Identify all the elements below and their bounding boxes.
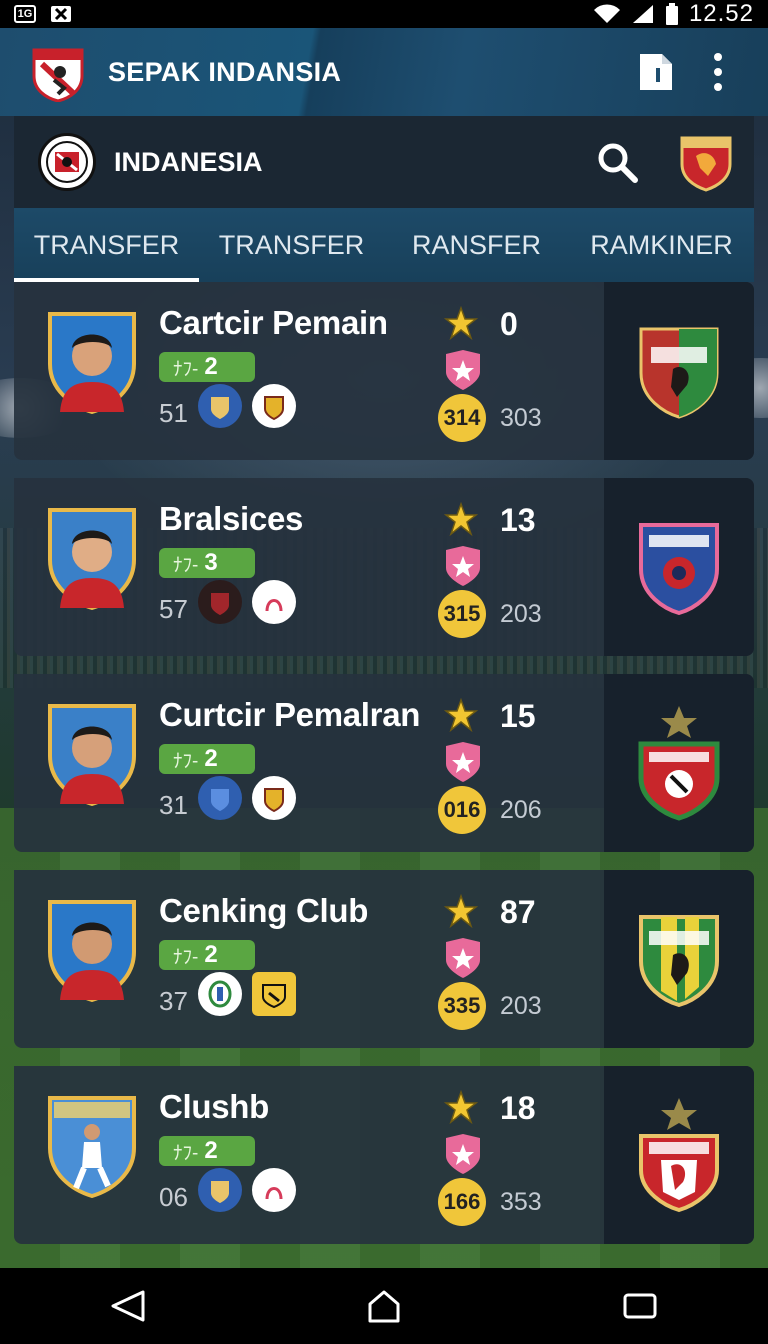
shield-star-icon (446, 546, 480, 586)
club-mini-icon (252, 776, 296, 820)
player-avatar (48, 1096, 136, 1198)
player-name: Cartcir Pemain (159, 304, 388, 341)
list-item[interactable]: Clushb ﾅﾌ- 2 06 18 166 353 (14, 1066, 754, 1244)
player-list: Cartcir Pemain ﾅﾌ- 2 51 0 314 303 Bralsi… (14, 282, 754, 1262)
club-badge (604, 478, 754, 656)
position-badge: ﾅﾌ- 3 (159, 548, 255, 578)
secondary-value: 203 (500, 600, 542, 628)
shield-star-icon (446, 938, 480, 978)
club-mini-icon (252, 580, 296, 624)
club-mini-icon (198, 384, 242, 428)
league-name: INDANESIA (114, 146, 263, 177)
player-avatar (48, 900, 136, 1002)
list-item[interactable]: Cartcir Pemain ﾅﾌ- 2 51 0 314 303 (14, 282, 754, 460)
position-badge: ﾅﾌ- 2 (159, 940, 255, 970)
player-number: 57 (159, 594, 188, 624)
club-mini-icon (252, 384, 296, 428)
home-button[interactable] (354, 1281, 414, 1331)
coin-value: 314 (438, 394, 486, 442)
club-mini-icon (198, 1168, 242, 1212)
player-name: Curtcir Pemalran (159, 696, 421, 733)
sim-icon: 1G (14, 5, 36, 23)
list-item[interactable]: Curtcir Pemalran ﾅﾌ- 2 31 15 016 206 (14, 674, 754, 852)
player-avatar (48, 312, 136, 414)
document-icon (640, 54, 672, 90)
status-bar: 1G 12.52 (0, 0, 768, 28)
player-rating: 0 (500, 306, 518, 342)
recents-icon (623, 1293, 657, 1319)
recents-button[interactable] (610, 1281, 670, 1331)
coin-value: 315 (438, 590, 486, 638)
player-number: 06 (159, 1182, 188, 1212)
club-badge (604, 282, 754, 460)
tab-transfer[interactable]: TRANSFER (14, 208, 199, 282)
apps-icon (50, 5, 72, 23)
back-button[interactable] (98, 1281, 158, 1331)
secondary-value: 206 (500, 796, 542, 824)
home-icon (368, 1290, 400, 1323)
club-badge (604, 870, 754, 1048)
shield-star-icon (446, 1134, 480, 1174)
list-item[interactable]: Cenking Club ﾅﾌ- 2 37 87 335 203 (14, 870, 754, 1048)
secondary-value: 303 (500, 404, 542, 432)
player-number: 37 (159, 986, 188, 1016)
shield-star-icon (446, 742, 480, 782)
league-header: INDANESIA (14, 116, 754, 208)
player-name: Clushb (159, 1088, 270, 1125)
tab-bar: TRANSFER TRANSFER RANSFER RAMKINER (14, 208, 754, 282)
more-vert-icon (714, 53, 722, 91)
coin-value: 016 (438, 786, 486, 834)
back-icon (111, 1290, 145, 1322)
player-number: 31 (159, 790, 188, 820)
app-bar: SEPAK INDANSIA (0, 28, 768, 116)
shield-star-icon (446, 350, 480, 390)
player-rating: 15 (500, 698, 536, 734)
tab-ransfer[interactable]: RANSFER (384, 208, 569, 282)
league-logo-icon (38, 133, 96, 191)
club-badge (604, 1066, 754, 1244)
position-badge: ﾅﾌ- 2 (159, 352, 255, 382)
position-badge: ﾅﾌ- 2 (159, 744, 255, 774)
club-badge (604, 674, 754, 852)
star-icon (444, 1090, 478, 1124)
player-rating: 18 (500, 1090, 536, 1126)
player-avatar (48, 508, 136, 610)
club-mini-icon (198, 580, 242, 624)
secondary-value: 353 (500, 1188, 542, 1216)
club-mini-icon (198, 776, 242, 820)
star-icon (444, 894, 478, 928)
club-mini-icon (252, 1168, 296, 1212)
secondary-value: 203 (500, 992, 542, 1020)
document-button[interactable] (636, 50, 676, 94)
status-time: 12.52 (688, 0, 754, 27)
star-icon (444, 502, 478, 536)
player-number: 51 (159, 398, 188, 428)
player-rating: 13 (500, 502, 536, 538)
signal-icon (632, 5, 653, 23)
player-rating: 87 (500, 894, 536, 930)
club-mini-icon (252, 972, 296, 1016)
app-logo-icon (32, 48, 84, 102)
player-avatar (48, 704, 136, 806)
app-title: SEPAK INDANSIA (108, 56, 342, 87)
star-icon (444, 698, 478, 732)
club-mini-icon (198, 972, 242, 1016)
more-options-button[interactable] (698, 50, 738, 94)
star-icon (444, 306, 478, 340)
club-crest-icon[interactable] (678, 132, 734, 192)
navigation-bar (0, 1268, 768, 1344)
search-icon[interactable] (596, 141, 638, 183)
position-badge: ﾅﾌ- 2 (159, 1136, 255, 1166)
player-name: Cenking Club (159, 892, 369, 929)
player-name: Bralsices (159, 500, 304, 537)
tab-transfer-2[interactable]: TRANSFER (199, 208, 384, 282)
battery-icon (665, 3, 678, 25)
list-item[interactable]: Bralsices ﾅﾌ- 3 57 13 315 203 (14, 478, 754, 656)
tab-ramkiner[interactable]: RAMKINER (569, 208, 754, 282)
coin-value: 166 (438, 1178, 486, 1226)
wifi-icon (593, 4, 620, 24)
coin-value: 335 (438, 982, 486, 1030)
